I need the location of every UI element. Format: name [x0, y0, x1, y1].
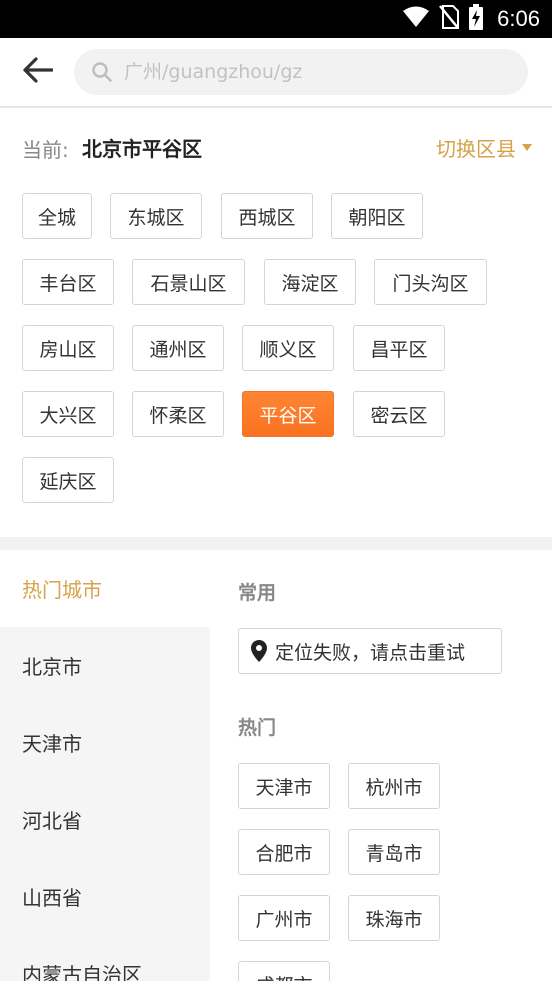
current-region-value: 北京市平谷区: [82, 137, 202, 161]
district-chip[interactable]: 全城: [22, 193, 92, 239]
district-chip[interactable]: 通州区: [132, 325, 224, 371]
district-chip-active[interactable]: 平谷区: [242, 391, 334, 437]
current-label: 当前:: [22, 138, 69, 162]
wifi-icon: [403, 6, 430, 32]
district-chip[interactable]: 昌平区: [353, 325, 445, 371]
district-chip[interactable]: 西城区: [221, 193, 313, 239]
hot-city-chip[interactable]: 广州市: [238, 895, 330, 941]
header: [0, 38, 552, 108]
district-chip[interactable]: 房山区: [22, 325, 114, 371]
hot-city-chip[interactable]: 合肥市: [238, 829, 330, 875]
section-divider: [0, 537, 552, 550]
search-box[interactable]: [74, 49, 528, 95]
location-pin-icon: [251, 640, 267, 662]
district-chip[interactable]: 石景山区: [132, 259, 245, 305]
search-input[interactable]: [122, 60, 486, 84]
province-item[interactable]: 内蒙古自治区: [0, 935, 210, 981]
province-item[interactable]: 天津市: [0, 704, 210, 781]
status-time: 6:06: [497, 6, 540, 31]
hot-city-chip[interactable]: 成都市: [238, 961, 330, 981]
locate-retry-label: 定位失败，请点击重试: [275, 641, 466, 664]
common-section-title: 常用: [238, 582, 277, 604]
status-bar: 6:06: [0, 0, 552, 38]
province-list[interactable]: 热门城市 北京市 天津市 河北省 山西省 内蒙古自治区: [0, 550, 210, 981]
no-sim-icon: [439, 5, 460, 33]
district-chip[interactable]: 海淀区: [264, 259, 356, 305]
district-chip[interactable]: 顺义区: [242, 325, 334, 371]
hot-city-chip[interactable]: 天津市: [238, 763, 330, 809]
district-chip[interactable]: 丰台区: [22, 259, 114, 305]
arrow-left-icon: [23, 57, 54, 87]
district-chip[interactable]: 怀柔区: [132, 391, 224, 437]
back-button[interactable]: [20, 52, 56, 92]
locate-retry-button[interactable]: 定位失败，请点击重试: [238, 628, 502, 674]
city-pane: 常用 定位失败，请点击重试 热门 天津市 杭州市 合肥市 青岛市 广州市 珠海市…: [210, 550, 552, 981]
district-chip[interactable]: 密云区: [353, 391, 445, 437]
battery-charging-icon: [469, 4, 484, 34]
caret-down-icon: [522, 144, 532, 151]
province-item-hot[interactable]: 热门城市: [0, 550, 210, 627]
hot-city-chip[interactable]: 青岛市: [348, 829, 440, 875]
district-chip[interactable]: 延庆区: [22, 457, 114, 503]
province-item[interactable]: 山西省: [0, 858, 210, 935]
hot-city-chip[interactable]: 杭州市: [348, 763, 440, 809]
district-chip[interactable]: 门头沟区: [374, 259, 487, 305]
hot-city-chip[interactable]: 珠海市: [348, 895, 440, 941]
province-item[interactable]: 北京市: [0, 627, 210, 704]
hot-section-title: 热门: [238, 717, 277, 739]
switch-district-label: 切换区县: [436, 137, 516, 161]
search-icon: [92, 62, 112, 82]
district-chip[interactable]: 大兴区: [22, 391, 114, 437]
district-chip[interactable]: 东城区: [110, 193, 202, 239]
status-icons: 6:06: [403, 0, 540, 38]
district-chip[interactable]: 朝阳区: [331, 193, 423, 239]
current-region-row: 当前: 北京市平谷区 切换区县: [0, 106, 552, 186]
province-item[interactable]: 河北省: [0, 781, 210, 858]
switch-district-button[interactable]: 切换区县: [436, 133, 532, 162]
